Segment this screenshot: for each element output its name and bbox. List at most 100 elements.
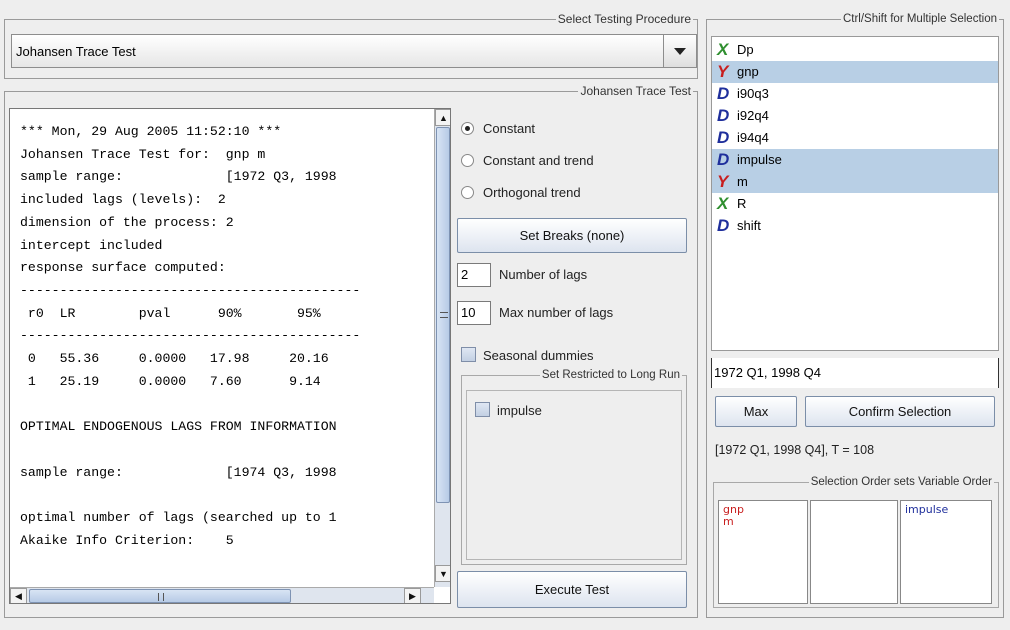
variable-type-badge: Y bbox=[717, 172, 729, 191]
restricted-group: Set Restricted to Long Run impulse bbox=[461, 367, 687, 565]
radio-constant[interactable]: Constant bbox=[461, 119, 661, 139]
radio-constant-and-trend-label: Constant and trend bbox=[483, 153, 594, 168]
combobox-dropdown-button[interactable] bbox=[663, 35, 696, 67]
select-procedure-group: Select Testing Procedure Johansen Trace … bbox=[4, 11, 698, 79]
output-line: *** Mon, 29 Aug 2005 11:52:10 *** bbox=[20, 124, 282, 139]
output-line: ----------------------------------------… bbox=[20, 328, 361, 344]
variable-list[interactable]: X Dp Ygnp Di90q3 Di92q4 Di94q4 Dimpulse Ym X R Dsh… bbox=[711, 36, 999, 351]
variable-type-badge: D bbox=[717, 106, 730, 125]
selection-order-title: Selection Order sets Variable Order bbox=[808, 474, 994, 490]
output-line: response surface computed: bbox=[20, 260, 226, 276]
output-line: Johansen Trace Test for: gnp m bbox=[20, 146, 266, 162]
variable-type-badge: D bbox=[717, 216, 730, 235]
variable-type-badge: D bbox=[717, 128, 730, 147]
output-line: optimal number of lags (searched up to 1 bbox=[20, 509, 337, 525]
variable-name: Dp bbox=[737, 42, 754, 57]
output-text-area[interactable]: *** Mon, 29 Aug 2005 11:52:10 *** Johanse… bbox=[9, 108, 451, 604]
confirm-selection-button[interactable]: Confirm Selection bbox=[805, 396, 995, 427]
radio-constant-and-trend[interactable]: Constant and trend bbox=[461, 151, 661, 171]
output-line: OPTIMAL ENDOGENOUS LAGS FROM INFORMATION bbox=[20, 419, 337, 435]
variable-row-impulse[interactable]: Dimpulse bbox=[712, 149, 998, 171]
variable-row-i94q4[interactable]: Di94q4 bbox=[712, 127, 998, 149]
output-line: 1 25.19 0.0000 7.60 9.14 bbox=[20, 373, 321, 389]
grip-icon bbox=[158, 593, 164, 601]
range-input-value: 1972 Q1, 1998 Q4 bbox=[714, 365, 821, 380]
radio-orthogonal-trend[interactable]: Orthogonal trend bbox=[461, 183, 661, 203]
variable-name: shift bbox=[737, 218, 761, 233]
variable-type-badge: D bbox=[717, 84, 730, 103]
radio-button-icon bbox=[461, 122, 474, 135]
variable-row-i92q4[interactable]: Di92q4 bbox=[712, 105, 998, 127]
variables-group: Ctrl/Shift for Multiple Selection X Dp Ygn… bbox=[706, 11, 1004, 618]
scroll-left-button[interactable]: ◀ bbox=[10, 588, 27, 603]
selection-order-group: Selection Order sets Variable Order gnp m… bbox=[713, 474, 999, 608]
variable-row-dp[interactable]: X Dp bbox=[712, 39, 998, 61]
radio-orthogonal-trend-label: Orthogonal trend bbox=[483, 185, 581, 200]
set-breaks-button[interactable]: Set Breaks (none) bbox=[457, 218, 687, 253]
variable-row-i90q3[interactable]: Di90q3 bbox=[712, 83, 998, 105]
variables-title: Ctrl/Shift for Multiple Selection bbox=[840, 11, 999, 27]
variable-row-r[interactable]: XR bbox=[712, 193, 998, 215]
variable-name: m bbox=[737, 174, 748, 189]
max-lags-label: Max number of lags bbox=[499, 305, 614, 320]
grip-icon bbox=[440, 312, 448, 318]
seasonal-dummies-checkbox[interactable]: Seasonal dummies bbox=[461, 346, 661, 366]
output-line: dimension of the process: 2 bbox=[20, 214, 234, 230]
restricted-title: Set Restricted to Long Run bbox=[539, 367, 682, 383]
scroll-up-button[interactable]: ▲ bbox=[435, 109, 450, 126]
variable-row-m[interactable]: Ym bbox=[712, 171, 998, 193]
execute-test-button[interactable]: Execute Test bbox=[457, 571, 687, 608]
vertical-scrollbar[interactable]: ▲ ▼ bbox=[434, 109, 450, 587]
variable-row-gnp[interactable]: Ygnp bbox=[712, 61, 998, 83]
order-column-3[interactable]: impulse bbox=[900, 500, 992, 604]
variable-type-badge: X bbox=[717, 40, 729, 59]
output-line: r0 LR pval 90% 95% bbox=[20, 305, 321, 321]
horizontal-scrollbar[interactable]: ◀ ▶ bbox=[10, 587, 434, 603]
radio-button-icon bbox=[461, 154, 474, 167]
checkbox-icon bbox=[461, 347, 476, 362]
order-item: impulse bbox=[905, 503, 949, 516]
max-button[interactable]: Max bbox=[715, 396, 797, 427]
output-line: ----------------------------------------… bbox=[20, 282, 361, 298]
output-line: 0 55.36 0.0000 17.98 20.16 bbox=[20, 351, 329, 367]
restricted-item-label: impulse bbox=[497, 403, 542, 418]
scroll-down-button[interactable]: ▼ bbox=[435, 565, 450, 582]
order-item: m bbox=[723, 515, 734, 528]
output-line: Akaike Info Criterion: 5 bbox=[20, 532, 234, 548]
max-lags-input[interactable]: 10 bbox=[457, 301, 491, 325]
restricted-item-impulse[interactable]: impulse bbox=[475, 401, 625, 421]
output-line: sample range: [1972 Q3, 1998 bbox=[20, 169, 337, 185]
variable-name: gnp bbox=[737, 64, 759, 79]
variable-type-badge: D bbox=[717, 150, 730, 169]
variable-name: R bbox=[737, 196, 747, 211]
procedure-combobox-value: Johansen Trace Test bbox=[16, 44, 136, 59]
lags-input[interactable]: 2 bbox=[457, 263, 491, 287]
output-line: sample range: [1974 Q3, 1998 bbox=[20, 464, 337, 480]
seasonal-dummies-label: Seasonal dummies bbox=[483, 348, 594, 363]
horizontal-scroll-thumb[interactable] bbox=[29, 589, 291, 603]
scroll-right-button[interactable]: ▶ bbox=[404, 588, 421, 603]
output-line: included lags (levels): 2 bbox=[20, 192, 226, 208]
variable-name: impulse bbox=[737, 152, 782, 167]
order-column-2[interactable] bbox=[810, 500, 898, 604]
variable-row-shift[interactable]: Dshift bbox=[712, 215, 998, 237]
vertical-scroll-thumb[interactable] bbox=[436, 127, 450, 503]
procedure-combobox[interactable]: Johansen Trace Test bbox=[11, 34, 697, 68]
order-column-1[interactable]: gnp m bbox=[718, 500, 808, 604]
range-summary: [1972 Q1, 1998 Q4], T = 108 bbox=[715, 443, 875, 457]
variable-name: i94q4 bbox=[737, 130, 769, 145]
output-line: intercept included bbox=[20, 237, 163, 253]
checkbox-icon bbox=[475, 402, 490, 417]
restricted-list[interactable]: impulse bbox=[466, 390, 682, 560]
select-procedure-title: Select Testing Procedure bbox=[555, 11, 693, 27]
output-text-lines: *** Mon, 29 Aug 2005 11:52:10 *** Johanse… bbox=[20, 121, 432, 577]
variable-name: i90q3 bbox=[737, 86, 769, 101]
variable-type-badge: X bbox=[717, 194, 729, 213]
radio-button-icon bbox=[461, 186, 474, 199]
variable-type-badge: Y bbox=[717, 62, 729, 81]
order-item: gnp bbox=[723, 503, 744, 516]
range-input[interactable]: 1972 Q1, 1998 Q4 bbox=[711, 358, 999, 388]
